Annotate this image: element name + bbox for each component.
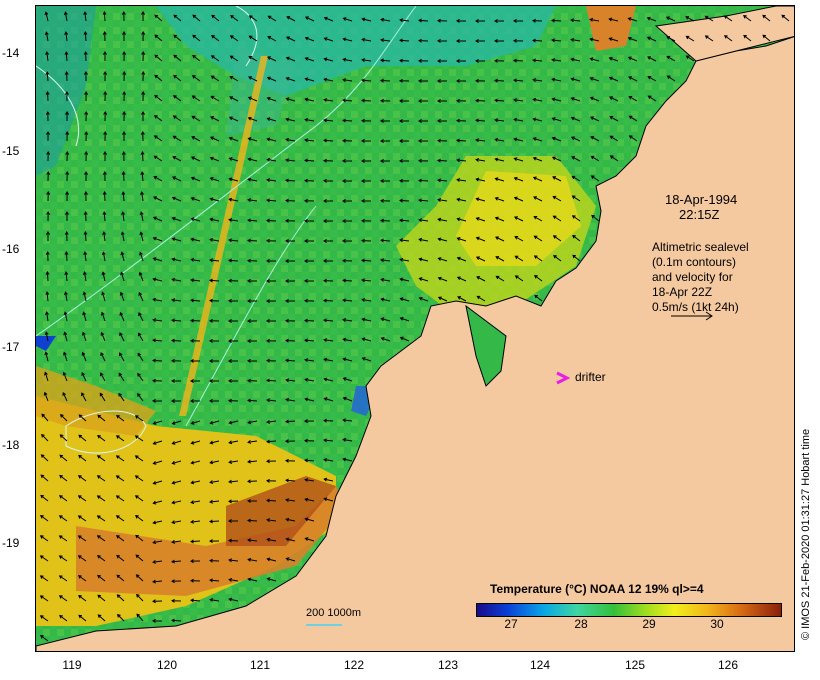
observation-time: 22:15Z	[679, 207, 720, 222]
lat-tick: -18	[2, 438, 20, 452]
legend-line: Altimetric sealevel	[652, 240, 749, 254]
legend-line: (0.1m contours)	[652, 255, 737, 269]
lon-tick: 125	[624, 658, 646, 672]
lon-tick: 124	[529, 658, 551, 672]
lat-tick: -14	[2, 46, 20, 60]
drifter-label: drifter	[575, 370, 606, 384]
colorbar-title: Temperature (°C) NOAA 12 19% ql>=4	[490, 582, 704, 596]
map-frame	[35, 5, 795, 652]
depth-contour-swatch	[306, 624, 342, 626]
lon-tick: 120	[156, 658, 178, 672]
lat-tick: -17	[2, 340, 20, 354]
colorbar-tick: 30	[710, 617, 724, 631]
depth-contour-legend: 200 1000m	[306, 607, 362, 619]
legend-line: 18-Apr 22Z	[652, 285, 713, 299]
lon-tick: 123	[437, 658, 459, 672]
legend-line: 0.5m/s (1kt 24h)	[652, 300, 739, 314]
lon-tick: 119	[62, 658, 82, 672]
lon-tick: 126	[717, 658, 739, 672]
lon-tick: 122	[343, 658, 365, 672]
lat-tick: -15	[2, 144, 20, 158]
colorbar-tick: 27	[504, 617, 518, 631]
observation-date: 18-Apr-1994	[665, 192, 738, 207]
lon-tick: 121	[249, 658, 271, 672]
legend-line: and velocity for	[652, 270, 733, 284]
sst-map	[36, 6, 794, 651]
colorbar-tick: 29	[642, 617, 656, 631]
observation-datetime: 18-Apr-1994 22:15Z	[665, 192, 737, 222]
lat-tick: -19	[2, 536, 20, 550]
altimetry-legend: Altimetric sealevel (0.1m contours) and …	[652, 240, 749, 315]
lat-tick: -16	[2, 242, 20, 256]
credit-text: © IMOS 21-Feb-2020 01:31:27 Hobart time	[800, 428, 812, 640]
colorbar-tick: 28	[574, 617, 588, 631]
temperature-colorbar	[476, 603, 782, 617]
